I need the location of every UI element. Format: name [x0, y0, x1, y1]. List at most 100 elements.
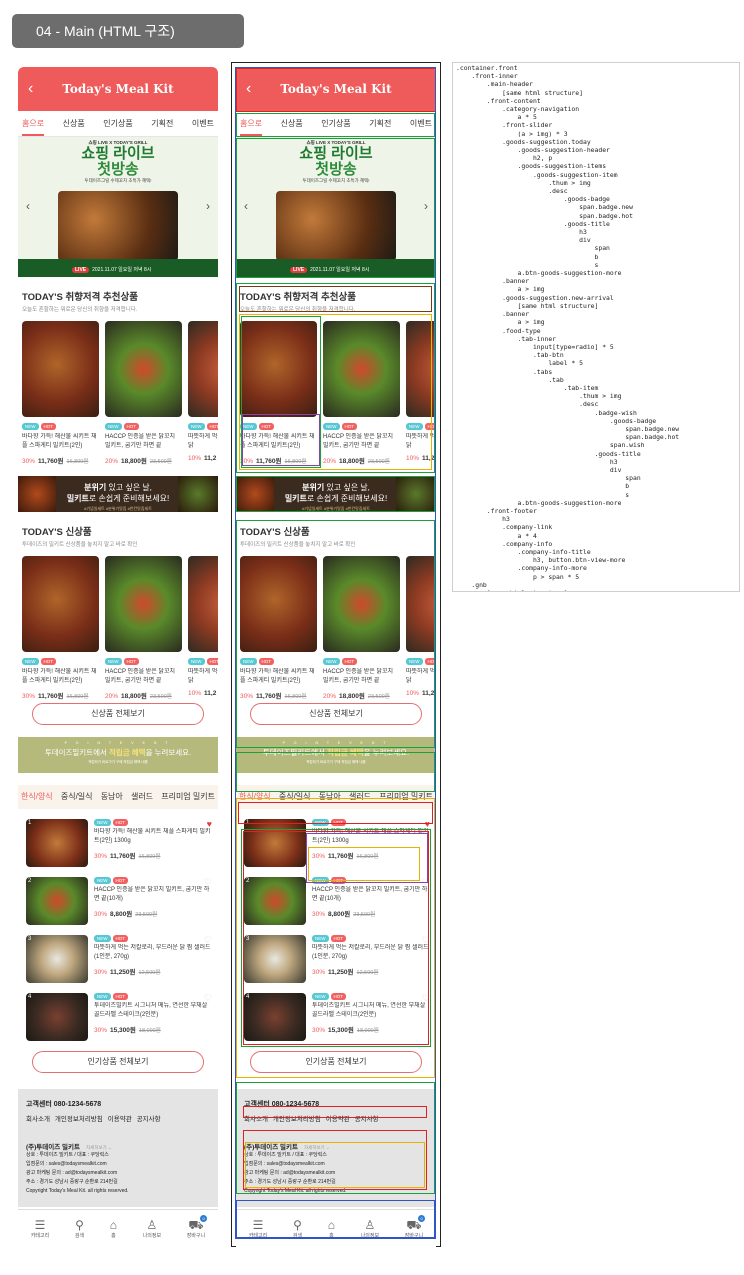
sale-price: 15,300원 [110, 1027, 136, 1034]
tab-item-price-row: 30% 8,800원 23,500원 [94, 908, 214, 918]
new-arrival-desc: 투데이즈의 밀키트 신상품을 놓치지 말고 바로 확인 [22, 542, 138, 548]
discount-rate: 30% [94, 911, 108, 918]
badge-new: NEW [94, 819, 111, 826]
slider-prev-icon[interactable]: ‹ [26, 199, 30, 213]
main-header: ‹ Today's Meal Kit [18, 67, 218, 111]
tab-korean[interactable]: 한식/양식 [21, 785, 53, 809]
event-sub: 적립하기 바로가기 구매 적립금 혜택 내용 [88, 760, 148, 764]
product-thumbnail [22, 556, 99, 652]
banner-m2: 로 손쉽게 준비해보세요! [88, 494, 170, 503]
badge-hot: HOT [123, 658, 139, 665]
view-more-button[interactable]: 자세히보기 ⌄ [86, 1145, 112, 1150]
wish-heart-icon[interactable]: ♡ [204, 935, 212, 946]
link-terms[interactable]: 이용약관 [108, 1113, 132, 1123]
wish-heart-icon[interactable]: ♥ [207, 819, 212, 829]
tab-item[interactable]: 3 NEW HOT 따뜻하게 먹는 저칼로리, 부드러운 닭 찜 샐러드(1인분,… [26, 935, 214, 985]
tab-item[interactable]: 4 NEW HOT 투데이즈밀키트 시그니처 메뉴, 연선한 부채살 골드라벨 스… [26, 993, 214, 1043]
gnb-search[interactable]: ⚲ 검색 [75, 1218, 84, 1239]
gnb-label: 홈 [111, 1233, 116, 1239]
discount-rate: 30% [94, 1027, 108, 1034]
tab-item[interactable]: 2 NEW HOT HACCP 인증을 받은 닭꼬치 밀키트, 굽기만 하면 끝(… [26, 877, 214, 927]
suggestion-item[interactable]: NEWHOT 따뜻하게 먹는 저칼로리 드레싱 닭 10%11,2 [188, 321, 218, 468]
category-new[interactable]: 신상품 [63, 111, 85, 136]
gnb-category[interactable]: ☰ 카테고리 [31, 1218, 49, 1239]
banner-left-image [18, 476, 56, 512]
sale-price: 11,2 [204, 690, 217, 697]
slider-live-row: LIVE 2021.11.07 일요일 저녁 8시 [72, 266, 151, 273]
section-label: 04 - Main (HTML 구조) [12, 14, 244, 48]
gnb-home[interactable]: ⌂ 홈 [110, 1218, 117, 1239]
link-about[interactable]: 회사소개 [26, 1113, 50, 1123]
tab-item-title: 투데이즈밀키트 시그니처 메뉴, 연선한 부채살 골드라벨 스테이크(2인분) [94, 1003, 208, 1018]
company-line: Copyright Today's Meal Kit. all rights r… [26, 1188, 129, 1194]
product-price-row: 10% 11,2 [188, 690, 218, 697]
suggestion-item[interactable]: NEWHOT 따뜻하게 먹는 저칼로리 드레싱 닭 10%11,2 [188, 556, 218, 703]
link-notice[interactable]: 공지사항 [137, 1113, 161, 1123]
slider-title-2: 첫방송 [97, 161, 139, 178]
food-type-tabs: 한식/양식 중식/일식 동남아 샐러드 프리미엄 밀키트 [18, 785, 218, 809]
badge-new: NEW [94, 993, 111, 1000]
gnb-label: 장바구니 [186, 1233, 206, 1239]
company-line: 주소 : 경기도 성남시 중랑구 순환로 214번길 [26, 1179, 118, 1185]
suggestion-item[interactable]: NEW HOT 바다향 가득! 해산물 씨키트 채플 스파게티 밀키트(2인) 3… [22, 321, 99, 468]
wish-heart-icon[interactable]: ♡ [204, 877, 212, 888]
badge-new: NEW [22, 423, 39, 430]
tab-salad[interactable]: 샐러드 [131, 785, 153, 809]
discount-rate: 30% [22, 693, 36, 700]
back-icon[interactable]: ‹ [28, 67, 33, 111]
badge-new: NEW [94, 877, 111, 884]
event-m1: 투데이즈밀키트에서 [44, 748, 109, 757]
front-footer: 고객센터 080-1234-5678 회사소개 개인정보처리방침 이용약관 공지… [18, 1089, 218, 1207]
cart-count: 0 [200, 1215, 208, 1222]
badge-hot: HOT [123, 423, 139, 430]
tab-premium[interactable]: 프리미엄 밀키트 [161, 785, 215, 809]
product-title: HACCP 인증을 받은 닭꼬치 밀키트, 굽기만 하면 끝 [105, 669, 176, 684]
sale-price: 11,760원 [110, 853, 136, 860]
category-home[interactable]: 홈으로 [22, 111, 45, 136]
original-price: 16,800원 [138, 854, 161, 860]
goods-badge: NEW HOT [94, 935, 214, 942]
tab-chinese[interactable]: 중식/일식 [61, 785, 93, 809]
tab-item-price-row: 30% 11,250원 12,500원 [94, 966, 214, 976]
gnb-cart[interactable]: ⛟ 0 장바구니 [186, 1215, 208, 1239]
company-line: 상호 : 투데이즈 밀키트 / 대표 : 쿠당릭스 [26, 1152, 109, 1158]
tab-asian[interactable]: 동남아 [101, 785, 123, 809]
rank-number: 4 [28, 994, 32, 1000]
new-arrival-more-button[interactable]: 신상품 전체보기 [32, 703, 204, 725]
category-special[interactable]: 기획전 [151, 111, 173, 136]
wish-heart-icon[interactable]: ♡ [204, 993, 212, 1004]
live-date: 2021.11.07 일요일 저녁 8시 [92, 267, 152, 273]
link-privacy[interactable]: 개인정보처리방침 [55, 1113, 103, 1123]
point-event-banner[interactable]: P O I N T E V E N T 투데이즈밀키트에서 적립금 혜택을 누려… [18, 737, 218, 773]
slider-food-image [58, 191, 178, 261]
tab-item-thumbnail: 4 [26, 993, 88, 1041]
tab-item-desc: NEW HOT 바다향 가득! 해산물 씨키트 채플 스파게티 밀키트(2인) 1… [94, 819, 214, 869]
product-thumbnail [188, 321, 218, 417]
suggestion-item[interactable]: NEW HOT HACCP 인증을 받은 닭꼬치 밀키트, 굽기만 하면 끝 20… [105, 556, 182, 703]
suggestion-item[interactable]: NEW HOT HACCP 인증을 받은 닭꼬치 밀키트, 굽기만 하면 끝 20… [105, 321, 182, 468]
banner-mealkit[interactable]: 분위기 있고 싶은 날, 밀키트로 손쉽게 준비해보세요! #기념일세트 #분위기… [18, 476, 218, 512]
slider-next-icon[interactable]: › [206, 199, 210, 213]
product-title: 바다향 가득! 해산물 씨키트 채플 스파게티 밀키트(2인) [22, 434, 97, 449]
tab-item-thumbnail: 3 [26, 935, 88, 983]
discount-rate: 20% [105, 693, 119, 700]
gnb-my[interactable]: ♙ 나의정보 [143, 1218, 161, 1239]
product-title: HACCP 인증을 받은 닭꼬치 밀키트, 굽기만 하면 끝 [105, 434, 176, 449]
badge-hot: HOT [40, 423, 56, 430]
suggestion-item[interactable]: NEW HOT 바다향 가득! 해산물 씨키트 채플 스파게티 밀키트(2인) 3… [22, 556, 99, 703]
front-slider[interactable]: 쇼핑 LIVE X TODAY'S GRILL 쇼핑 라이브 첫방송 투데이즈그… [18, 137, 218, 277]
category-event[interactable]: 이벤트 [192, 111, 214, 136]
sale-price: 18,800원 [121, 458, 147, 465]
rank-number: 3 [28, 936, 32, 942]
product-thumbnail [188, 556, 218, 652]
popular-more-button[interactable]: 인기상품 전체보기 [32, 1051, 204, 1073]
event-message: 투데이즈밀키트에서 적립금 혜택을 누려보세요. [18, 747, 218, 758]
gnb: ☰ 카테고리 ⚲ 검색 ⌂ 홈 ♙ 나의정보 ⛟ 0 장바구니 [18, 1209, 218, 1247]
category-popular[interactable]: 인기상품 [103, 111, 132, 136]
original-price: 16,800원 [66, 694, 89, 700]
tab-item[interactable]: 1 NEW HOT 바다향 가득! 해산물 씨키트 채플 스파게티 밀키트(2인)… [26, 819, 214, 869]
banner-hl: 밀키트 [66, 494, 89, 503]
badge-hot: HOT [112, 819, 128, 826]
discount-rate: 30% [94, 969, 108, 976]
original-price: 18,000원 [138, 1028, 161, 1034]
